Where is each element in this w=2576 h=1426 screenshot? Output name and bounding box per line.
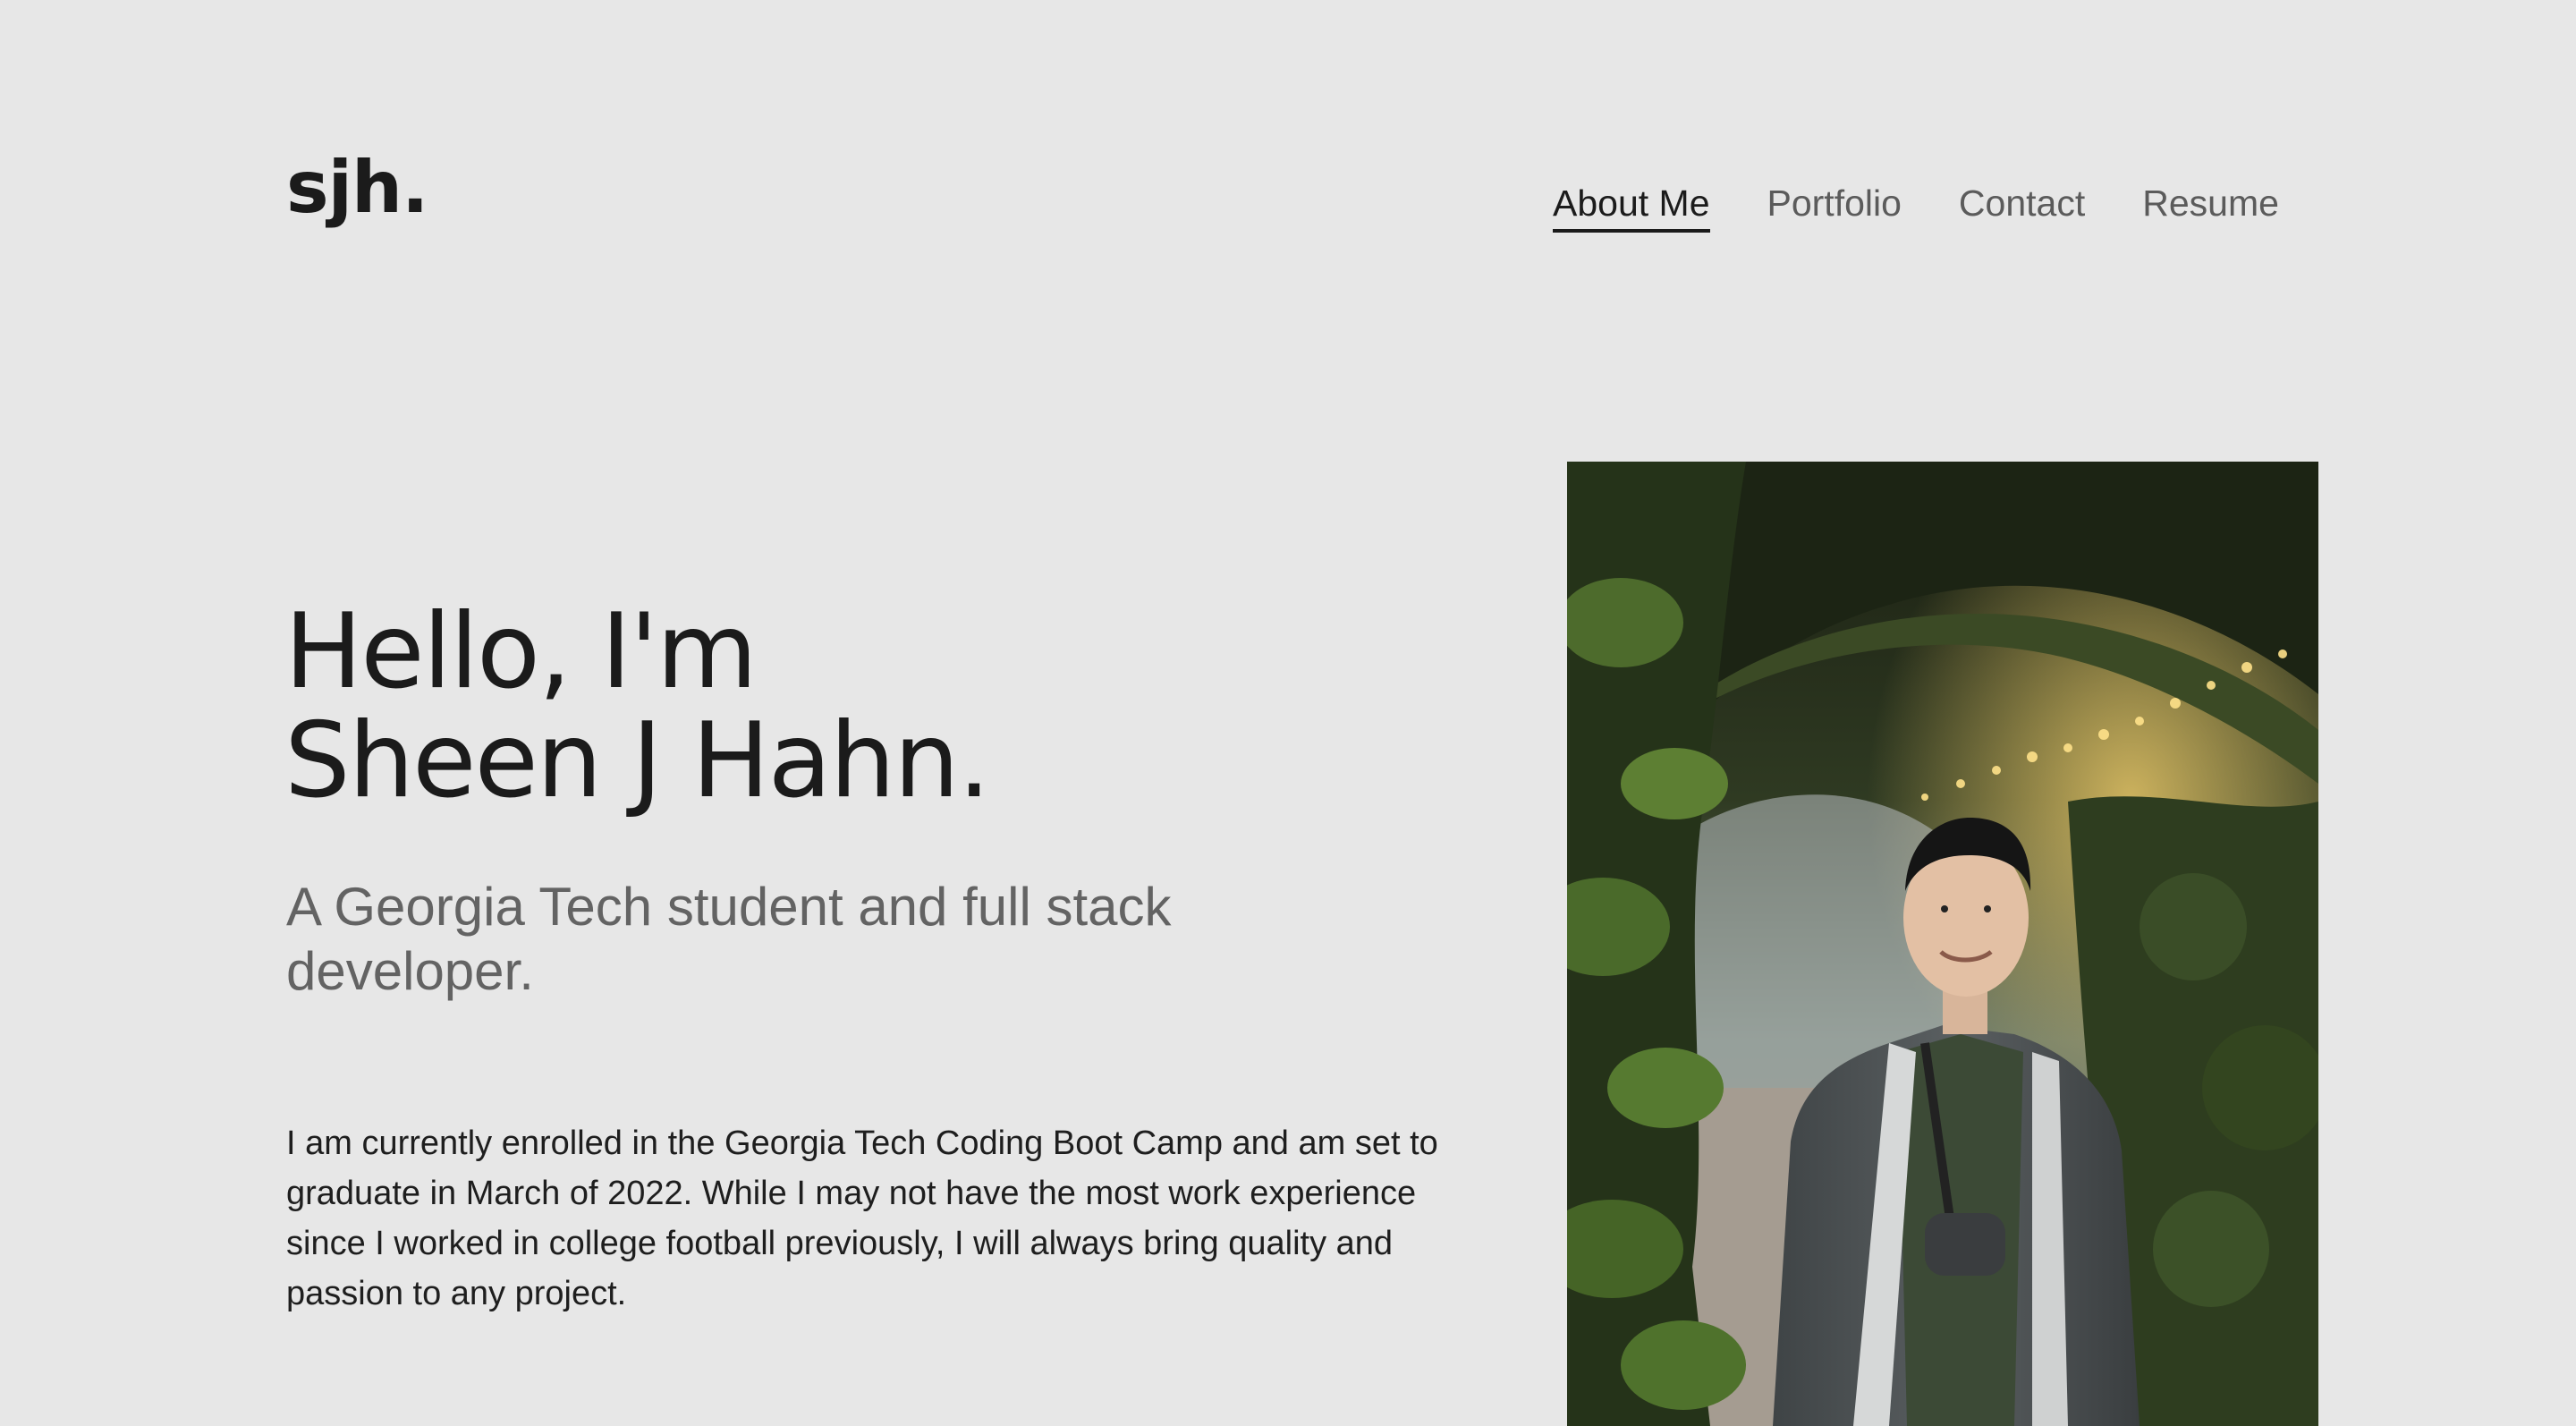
main-nav: About Me Portfolio Contact Resume bbox=[1553, 179, 2279, 233]
hero-title-line-1: Hello, I'm bbox=[284, 591, 758, 712]
nav-resume[interactable]: Resume bbox=[2142, 179, 2279, 233]
hero-subtitle: A Georgia Tech student and full stack de… bbox=[286, 877, 1172, 1001]
portrait-photo bbox=[1567, 462, 2318, 1426]
bio-paragraph: I am currently enrolled in the Georgia T… bbox=[286, 1125, 1438, 1312]
nav-contact[interactable]: Contact bbox=[1959, 179, 2085, 233]
nav-about-me[interactable]: About Me bbox=[1553, 179, 1710, 233]
site-logo[interactable]: sjh. bbox=[286, 152, 428, 224]
portrait-photo-icon bbox=[1567, 462, 2318, 1426]
hero-title-line-2: Sheen J Hahn. bbox=[284, 700, 991, 821]
nav-portfolio[interactable]: Portfolio bbox=[1767, 179, 1902, 233]
hero-title: Hello, I'm Sheen J Hahn. bbox=[284, 591, 991, 821]
